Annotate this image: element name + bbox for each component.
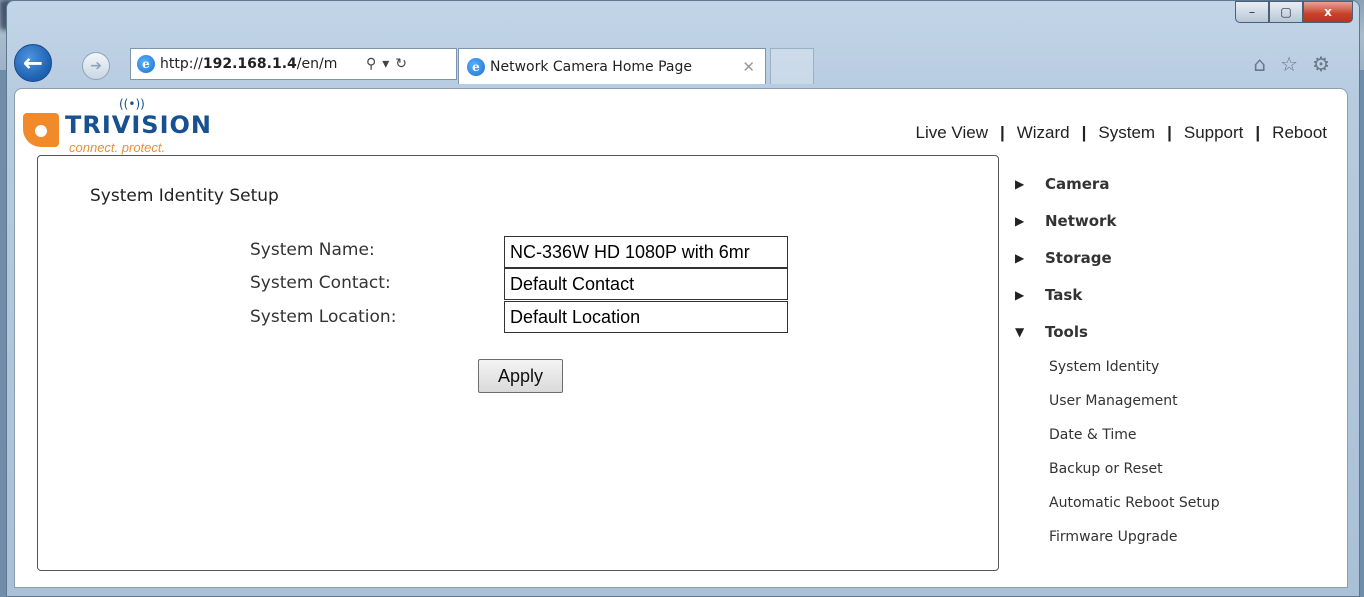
wifi-icon: ((•)) [119, 97, 145, 111]
apply-button[interactable]: Apply [478, 359, 563, 393]
star-icon[interactable]: ☆ [1280, 52, 1298, 76]
sidebar-subitem-backup-reset[interactable]: Backup or Reset [1015, 452, 1335, 486]
ie-icon: e [137, 55, 155, 73]
system-identity-panel: System Identity Setup System Name: Syste… [37, 155, 999, 571]
menu-separator: | [1255, 123, 1261, 142]
sidebar-nav: ▶ Camera ▶ Network ▶ Storage ▶ Task ▼ To… [1015, 165, 1335, 554]
ie-icon: e [467, 57, 485, 76]
address-bar[interactable]: e http://192.168.1.4/en/m ⚲ ▾ ↻ [130, 48, 457, 80]
sidebar-item-label: Task [1045, 285, 1083, 304]
sidebar-subitem-user-management[interactable]: User Management [1015, 384, 1335, 418]
panel-title: System Identity Setup [90, 186, 279, 206]
expand-arrow-icon: ▶ [1015, 176, 1025, 191]
expand-arrow-icon: ▶ [1015, 287, 1025, 302]
search-icon[interactable]: ⚲ [366, 56, 376, 72]
system-contact-input[interactable] [504, 268, 788, 300]
sidebar-item-label: Network [1045, 211, 1117, 230]
menu-separator: | [1081, 123, 1087, 142]
back-button[interactable]: ← [14, 44, 52, 82]
collapse-arrow-icon: ▼ [1015, 324, 1025, 339]
sidebar-subitem-date-time[interactable]: Date & Time [1015, 418, 1335, 452]
sidebar-subitem-automatic-reboot[interactable]: Automatic Reboot Setup [1015, 486, 1335, 520]
sidebar-item-camera[interactable]: ▶ Camera [1015, 165, 1335, 202]
sidebar-item-task[interactable]: ▶ Task [1015, 276, 1335, 313]
menu-reboot[interactable]: Reboot [1272, 123, 1327, 143]
system-name-input[interactable] [504, 236, 788, 268]
sidebar-item-label: Storage [1045, 248, 1112, 267]
window-controls: – ▢ x [1235, 1, 1353, 23]
refresh-icon[interactable]: ↻ [395, 56, 407, 72]
browser-nav-bar: ← ➔ e http://192.168.1.4/en/m ⚲ ▾ ↻ e Ne… [10, 44, 1350, 84]
menu-live-view[interactable]: Live View [916, 123, 988, 143]
maximize-button[interactable]: ▢ [1269, 1, 1303, 23]
sidebar-item-storage[interactable]: ▶ Storage [1015, 239, 1335, 276]
back-arrow-icon: ← [22, 49, 44, 77]
logo-mark [23, 113, 59, 147]
sidebar-subitem-system-identity[interactable]: System Identity [1015, 350, 1335, 384]
sidebar-item-label: Camera [1045, 174, 1110, 193]
forward-arrow-icon: ➔ [90, 58, 102, 74]
minimize-button[interactable]: – [1235, 1, 1269, 23]
expand-arrow-icon: ▶ [1015, 250, 1025, 265]
logo-tagline: connect. protect. [69, 140, 166, 155]
menu-separator: | [1167, 123, 1172, 142]
address-tools: ⚲ ▾ ↻ [366, 56, 407, 72]
menu-system[interactable]: System [1098, 123, 1155, 143]
sidebar-subitem-firmware-upgrade[interactable]: Firmware Upgrade [1015, 520, 1335, 554]
gear-icon[interactable]: ⚙ [1312, 52, 1330, 76]
menu-separator: | [999, 123, 1005, 142]
sidebar-item-label: Tools [1045, 322, 1088, 341]
tab-title: Network Camera Home Page [490, 58, 692, 75]
close-button[interactable]: x [1303, 1, 1353, 23]
logo-text: TRIVISION [65, 111, 212, 139]
system-location-label: System Location: [250, 307, 397, 327]
menu-support[interactable]: Support [1184, 123, 1244, 143]
system-location-input[interactable] [504, 301, 788, 333]
tab-close-icon[interactable]: ✕ [742, 58, 755, 76]
sidebar-item-network[interactable]: ▶ Network [1015, 202, 1335, 239]
menu-wizard[interactable]: Wizard [1017, 123, 1070, 143]
new-tab-button[interactable] [770, 48, 814, 84]
trivision-logo: ((•)) TRIVISION connect. protect. [23, 97, 243, 155]
system-name-label: System Name: [250, 240, 375, 260]
browser-toolbar-icons: ⌂ ☆ ⚙ [1253, 52, 1330, 76]
dropdown-icon[interactable]: ▾ [382, 56, 389, 72]
expand-arrow-icon: ▶ [1015, 213, 1025, 228]
home-icon[interactable]: ⌂ [1253, 52, 1266, 76]
forward-button[interactable]: ➔ [82, 52, 110, 80]
page-content: ((•)) TRIVISION connect. protect. Live V… [14, 88, 1348, 588]
system-contact-label: System Contact: [250, 273, 391, 293]
top-menu: Live View | Wizard | System | Support | … [916, 123, 1327, 143]
tab-network-camera[interactable]: e Network Camera Home Page ✕ [458, 48, 766, 84]
url-text: http://192.168.1.4/en/m [160, 56, 338, 72]
sidebar-item-tools[interactable]: ▼ Tools [1015, 313, 1335, 350]
